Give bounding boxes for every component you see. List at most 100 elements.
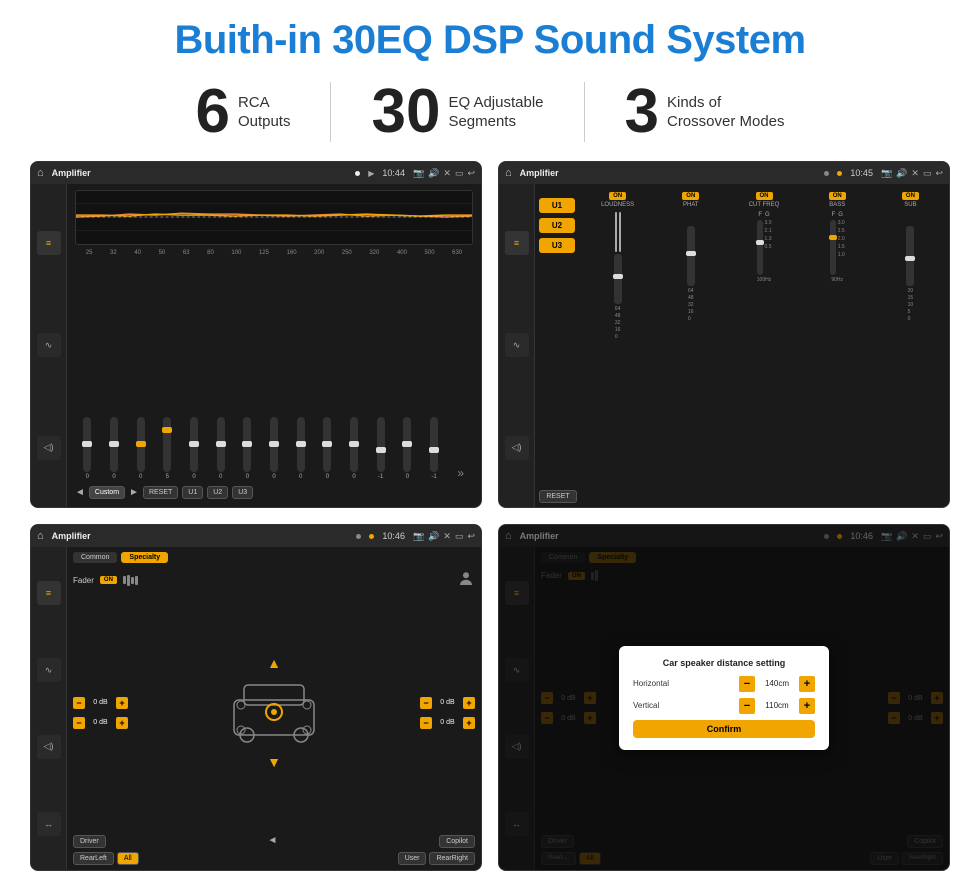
minimize-icon-2[interactable]: ▭: [923, 168, 932, 179]
minimize-icon-3[interactable]: ▭: [455, 531, 464, 542]
vertical-minus[interactable]: −: [739, 698, 755, 714]
user-btn[interactable]: User: [398, 852, 427, 865]
close-icon[interactable]: ✕: [443, 168, 451, 179]
wave-icon-3[interactable]: ∿: [37, 658, 61, 682]
phat-on[interactable]: ON: [682, 192, 699, 200]
vertical-label: Vertical: [633, 701, 659, 710]
volume-icon[interactable]: 🔊: [428, 168, 439, 179]
left-arrow-btn[interactable]: ◄: [267, 835, 277, 848]
page: Buith-in 30EQ DSP Sound System 6 RCA Out…: [0, 0, 980, 881]
screen-title-1: Amplifier: [52, 168, 348, 178]
db-val-3: 0 dB: [435, 699, 460, 706]
u1-btn[interactable]: U1: [182, 486, 203, 499]
sub-on[interactable]: ON: [902, 192, 919, 200]
plus-btn-3[interactable]: +: [463, 697, 475, 709]
screen-body-3: ≡ ∿ ◁) ↔ Common Specialty Fader ON: [31, 547, 481, 870]
arrows-icon-3[interactable]: ↔: [37, 812, 61, 836]
speaker-distance-dialog: Car speaker distance setting Horizontal …: [619, 646, 829, 750]
all-btn[interactable]: All: [117, 852, 139, 865]
reset-btn-dsp[interactable]: RESET: [539, 490, 577, 503]
horizontal-plus[interactable]: +: [799, 676, 815, 692]
home-icon-2[interactable]: ⌂: [505, 167, 512, 179]
u2-btn[interactable]: U2: [207, 486, 228, 499]
cutfreq-label: CUT FREQ: [749, 202, 780, 208]
eq-graph: [75, 190, 473, 245]
slider-3: 0: [128, 417, 153, 480]
close-icon-2[interactable]: ✕: [911, 168, 919, 179]
stat-number-eq: 30: [371, 81, 440, 143]
dsp-screen: ⌂ Amplifier 10:45 📷 🔊 ✕ ▭ ↩ ≡ ∿ ◁): [498, 161, 950, 508]
speaker-icon-3[interactable]: ◁): [37, 735, 61, 759]
speaker-icon-2[interactable]: ◁): [505, 436, 529, 460]
slider-13: 0: [395, 417, 420, 480]
common-tab[interactable]: Common: [73, 552, 117, 563]
volume-icon-3[interactable]: 🔊: [428, 531, 439, 542]
screen-icons-3: 📷 🔊 ✕ ▭ ↩: [413, 531, 475, 542]
slider-5: 0: [182, 417, 207, 480]
up-arrow[interactable]: ▲: [267, 655, 281, 671]
horizontal-minus[interactable]: −: [739, 676, 755, 692]
eq-icon-2[interactable]: ≡: [505, 231, 529, 255]
u1-preset[interactable]: U1: [539, 198, 575, 213]
close-icon-3[interactable]: ✕: [443, 531, 451, 542]
copilot-btn[interactable]: Copilot: [439, 835, 475, 848]
screen-title-3: Amplifier: [52, 531, 349, 541]
driver-btn[interactable]: Driver: [73, 835, 106, 848]
u2-preset[interactable]: U2: [539, 218, 575, 233]
eq-icon-3[interactable]: ≡: [37, 581, 61, 605]
reset-btn[interactable]: RESET: [143, 486, 178, 499]
back-icon-3[interactable]: ↩: [467, 531, 475, 542]
minus-btn-3[interactable]: −: [420, 697, 432, 709]
custom-btn[interactable]: Custom: [89, 486, 125, 499]
home-icon-3[interactable]: ⌂: [37, 530, 44, 542]
plus-btn-2[interactable]: +: [116, 717, 128, 729]
minus-btn-1[interactable]: −: [73, 697, 85, 709]
eq-icon[interactable]: ≡: [37, 231, 61, 255]
car-diagram: ▲: [134, 594, 414, 831]
speaker-icon[interactable]: ◁): [37, 436, 61, 460]
camera-icon-3[interactable]: 📷: [413, 531, 424, 542]
minus-btn-2[interactable]: −: [73, 717, 85, 729]
rearleft-btn[interactable]: RearLeft: [73, 852, 114, 865]
left-db-controls: − 0 dB + − 0 dB +: [73, 594, 128, 831]
confirm-button[interactable]: Confirm: [633, 720, 815, 738]
u3-preset[interactable]: U3: [539, 238, 575, 253]
loudness-on[interactable]: ON: [609, 192, 626, 200]
car-svg: [219, 675, 329, 750]
wave-icon[interactable]: ∿: [37, 333, 61, 357]
wave-icon-2[interactable]: ∿: [505, 333, 529, 357]
slider-14: -1: [422, 417, 447, 480]
play-icon[interactable]: ▶: [368, 169, 374, 178]
next-icon[interactable]: ►: [129, 487, 139, 498]
volume-icon-2[interactable]: 🔊: [896, 168, 907, 179]
home-icon[interactable]: ⌂: [37, 167, 44, 179]
status-dot-3b: [369, 531, 374, 541]
specialty-tab[interactable]: Specialty: [121, 552, 168, 563]
minimize-icon[interactable]: ▭: [455, 168, 464, 179]
back-icon[interactable]: ↩: [467, 168, 475, 179]
fader-on-badge[interactable]: ON: [100, 576, 117, 584]
bass-on[interactable]: ON: [829, 192, 846, 200]
camera-icon-2[interactable]: 📷: [881, 168, 892, 179]
camera-icon[interactable]: 📷: [413, 168, 424, 179]
db-row-3: − 0 dB +: [420, 697, 475, 709]
back-icon-2[interactable]: ↩: [935, 168, 943, 179]
minus-btn-4[interactable]: −: [420, 717, 432, 729]
fader-row: Fader ON: [73, 570, 475, 590]
sidebar-3: ≡ ∿ ◁) ↔: [31, 547, 67, 870]
slider-7: 0: [235, 417, 260, 480]
xo-screen: ⌂ Amplifier 10:46 📷 🔊 ✕ ▭ ↩ ≡ ∿ ◁): [30, 524, 482, 871]
plus-btn-1[interactable]: +: [116, 697, 128, 709]
rearright-btn[interactable]: RearRight: [429, 852, 475, 865]
slider-expand[interactable]: »: [448, 466, 473, 480]
vertical-plus[interactable]: +: [799, 698, 815, 714]
prev-icon[interactable]: ◄: [75, 487, 85, 498]
plus-btn-4[interactable]: +: [463, 717, 475, 729]
cutfreq-on[interactable]: ON: [756, 192, 773, 200]
horizontal-ctrl: − 140cm +: [739, 676, 815, 692]
stat-rca: 6 RCA Outputs: [155, 81, 330, 143]
vertical-value: 110cm: [759, 701, 795, 710]
vertical-ctrl: − 110cm +: [739, 698, 815, 714]
down-arrow[interactable]: ▼: [267, 754, 281, 770]
u3-btn[interactable]: U3: [232, 486, 253, 499]
